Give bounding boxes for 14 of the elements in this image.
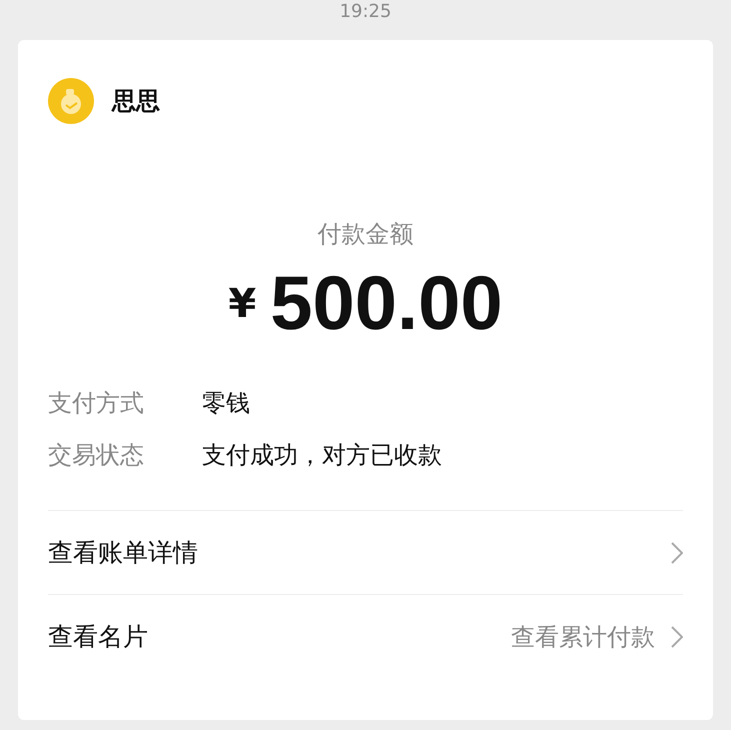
- avatar-icon: [48, 78, 94, 124]
- amount-value: 500.00: [270, 266, 503, 342]
- detail-label: 支付方式: [48, 388, 145, 419]
- detail-label: 交易状态: [48, 440, 145, 471]
- chevron-icon: [671, 626, 683, 648]
- link-row[interactable]: 查看名片 查看累计付款: [48, 594, 683, 678]
- link-row[interactable]: 查看账单详情: [48, 510, 683, 594]
- amount-label: 付款金额: [316, 219, 414, 250]
- detail-value: 零钱: [202, 388, 250, 419]
- time-text: 19:25: [340, 1, 392, 23]
- currency-symbol: ¥: [228, 281, 256, 327]
- chevron-icon: [671, 542, 683, 564]
- payee-name: 思思: [112, 86, 160, 117]
- detail-value: 支付成功，对方已收款: [202, 440, 442, 471]
